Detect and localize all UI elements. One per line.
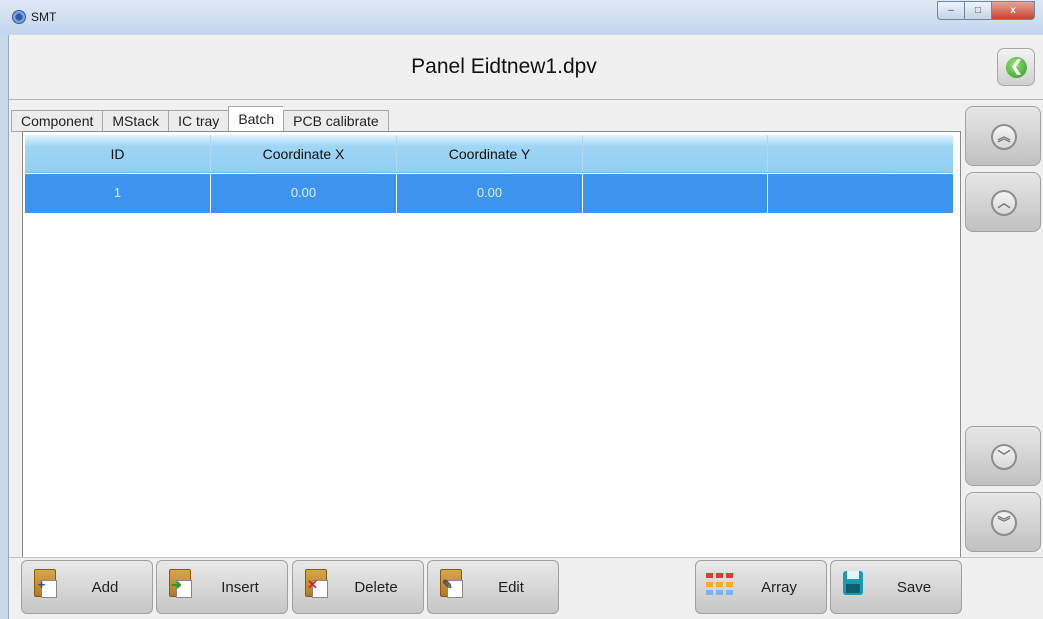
close-button[interactable]: x	[991, 1, 1035, 20]
cell-empty[interactable]	[768, 174, 953, 213]
back-arrow-icon: ❮	[1006, 57, 1027, 78]
column-header-coordinate-y[interactable]: Coordinate Y	[397, 135, 583, 172]
cell-empty[interactable]	[583, 174, 768, 213]
column-header-coordinate-x[interactable]: Coordinate X	[211, 135, 397, 172]
array-grid-icon	[706, 573, 734, 597]
tab-mstack[interactable]: MStack	[102, 110, 169, 132]
chevron-down-icon: ﹀	[991, 444, 1017, 470]
table-row[interactable]: 1 0.00 0.00	[25, 174, 953, 213]
add-button-label: Add	[91, 579, 119, 596]
delete-button[interactable]: ✕ Delete	[292, 560, 424, 614]
app-logo-icon	[12, 10, 26, 24]
tab-pcb-calibrate[interactable]: PCB calibrate	[283, 110, 389, 132]
page-title: Panel Eidtnew1.dpv	[411, 55, 597, 78]
edit-button-label: Edit	[498, 579, 524, 596]
delete-button-label: Delete	[354, 579, 398, 596]
column-header-empty[interactable]	[768, 135, 953, 172]
scroll-last-button[interactable]: ︾	[965, 492, 1041, 552]
side-navigation: ︽ ︿ ﹀ ︾	[965, 106, 1041, 586]
tab-component[interactable]: Component	[11, 110, 103, 132]
tab-bar: Component MStack IC tray Batch PCB calib…	[11, 106, 389, 132]
window-controls: – □ x	[937, 1, 1035, 20]
title-bar: SMT – □ x	[0, 0, 1043, 34]
client-area: Panel Eidtnew1.dpv ❮ Component MStack IC…	[8, 35, 1043, 619]
cell-coordinate-x[interactable]: 0.00	[211, 174, 397, 213]
edit-button[interactable]: ✎ Edit	[427, 560, 559, 614]
pencil-icon: ✎	[442, 577, 453, 592]
double-chevron-down-icon: ︾	[991, 510, 1017, 536]
bottom-toolbar: + Add ➜ Insert ✕ Delete ✎ Edit Array Sav…	[9, 557, 1043, 619]
array-button-label: Array	[761, 579, 797, 596]
minimize-button[interactable]: –	[937, 1, 964, 20]
save-button-label: Save	[896, 579, 932, 596]
array-button[interactable]: Array	[695, 560, 827, 614]
back-button[interactable]: ❮	[997, 48, 1035, 86]
column-header-empty[interactable]	[583, 135, 768, 172]
scroll-down-button[interactable]: ﹀	[965, 426, 1041, 486]
insert-arrow-icon: ➜	[171, 577, 182, 592]
double-chevron-up-icon: ︽	[991, 124, 1017, 150]
tab-ic-tray[interactable]: IC tray	[168, 110, 229, 132]
plus-icon: +	[37, 577, 46, 592]
cell-id[interactable]: 1	[25, 174, 211, 213]
app-window: SMT – □ x Panel Eidtnew1.dpv ❮ Component…	[0, 0, 1043, 619]
cell-coordinate-y[interactable]: 0.00	[397, 174, 583, 213]
delete-x-icon: ✕	[307, 577, 318, 592]
page-header: Panel Eidtnew1.dpv ❮	[9, 35, 1043, 100]
floppy-disk-icon	[843, 571, 863, 595]
save-button[interactable]: Save	[830, 560, 962, 614]
window-title: SMT	[31, 10, 57, 24]
scroll-first-button[interactable]: ︽	[965, 106, 1041, 166]
add-button[interactable]: + Add	[21, 560, 153, 614]
maximize-button[interactable]: □	[964, 1, 991, 20]
batch-table[interactable]: ID Coordinate X Coordinate Y 1 0.00 0.00	[22, 131, 961, 586]
table-header: ID Coordinate X Coordinate Y	[25, 135, 953, 173]
column-header-id[interactable]: ID	[25, 135, 211, 172]
scroll-up-button[interactable]: ︿	[965, 172, 1041, 232]
insert-button-label: Insert	[221, 579, 259, 596]
tab-batch[interactable]: Batch	[228, 106, 284, 132]
chevron-up-icon: ︿	[991, 190, 1017, 216]
insert-button[interactable]: ➜ Insert	[156, 560, 288, 614]
